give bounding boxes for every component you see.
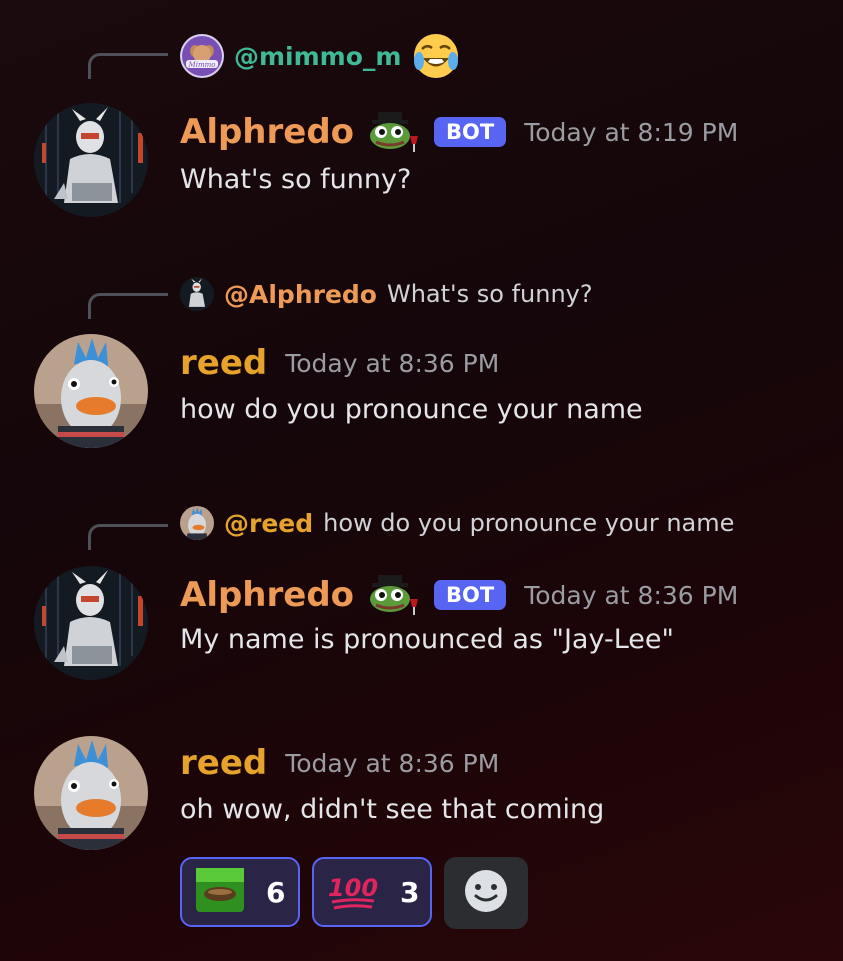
author-name[interactable]: reed [180,743,267,783]
message-content: how do you pronounce your name [180,394,643,425]
green-frog-emoji-icon [196,868,244,916]
reply-connector [88,524,168,550]
mimmo-avatar-icon[interactable]: Mimmo [180,34,224,78]
alphredo-avatar[interactable] [34,566,148,680]
author-name[interactable]: Alphredo [180,112,354,152]
message-header: reed Today at 8:36 PM [180,743,499,783]
reply-connector [88,293,168,319]
timestamp[interactable]: Today at 8:36 PM [285,349,499,378]
alphredo-avatar-icon[interactable] [180,277,214,311]
author-name[interactable]: Alphredo [180,575,354,615]
bot-tag: BOT [434,117,507,147]
reply-username[interactable]: @mimmo_m [234,42,401,71]
message-header: Alphredo BOT Today at 8:36 PM [180,573,738,617]
message-content: What's so funny? [180,164,412,195]
message-content: My name is pronounced as "Jay-Lee" [180,624,674,655]
hundred-emoji-icon: 100 [328,868,378,916]
reaction-hundred[interactable]: 100 3 [312,857,432,927]
timestamp[interactable]: Today at 8:36 PM [285,749,499,778]
reply-preview[interactable]: @Alphredo What's so funny? [180,277,593,311]
frog-badge-icon [366,110,422,154]
reply-username[interactable]: @reed [224,509,313,538]
svg-text:100: 100 [328,874,378,902]
reply-text[interactable]: What's so funny? [387,280,593,308]
reply-text[interactable]: how do you pronounce your name [323,509,734,537]
message-content: oh wow, didn't see that coming [180,794,605,825]
message-header: reed Today at 8:36 PM [180,343,499,383]
bot-tag: BOT [434,580,507,610]
reply-preview[interactable]: Mimmo @mimmo_m [180,31,461,81]
alphredo-avatar[interactable] [34,103,148,217]
author-name[interactable]: reed [180,343,267,383]
timestamp[interactable]: Today at 8:19 PM [524,118,738,147]
svg-text:Mimmo: Mimmo [188,61,216,69]
reaction-bar: 6 100 3 [180,857,528,929]
reed-avatar[interactable] [34,736,148,850]
reed-avatar[interactable] [34,334,148,448]
reply-username[interactable]: @Alphredo [224,280,377,309]
message-header: Alphredo BOT Today at 8:19 PM [180,110,738,154]
frog-badge-icon [366,573,422,617]
reaction-green-frog[interactable]: 6 [180,857,300,927]
add-reaction-icon [463,868,509,918]
reaction-count: 3 [400,875,420,909]
joy-emoji-icon [411,31,461,81]
reply-preview[interactable]: @reed how do you pronounce your name [180,506,734,540]
reaction-count: 6 [266,875,286,909]
timestamp[interactable]: Today at 8:36 PM [524,581,738,610]
reed-avatar-icon[interactable] [180,506,214,540]
reply-connector [88,53,168,79]
add-reaction-button[interactable] [444,857,528,929]
